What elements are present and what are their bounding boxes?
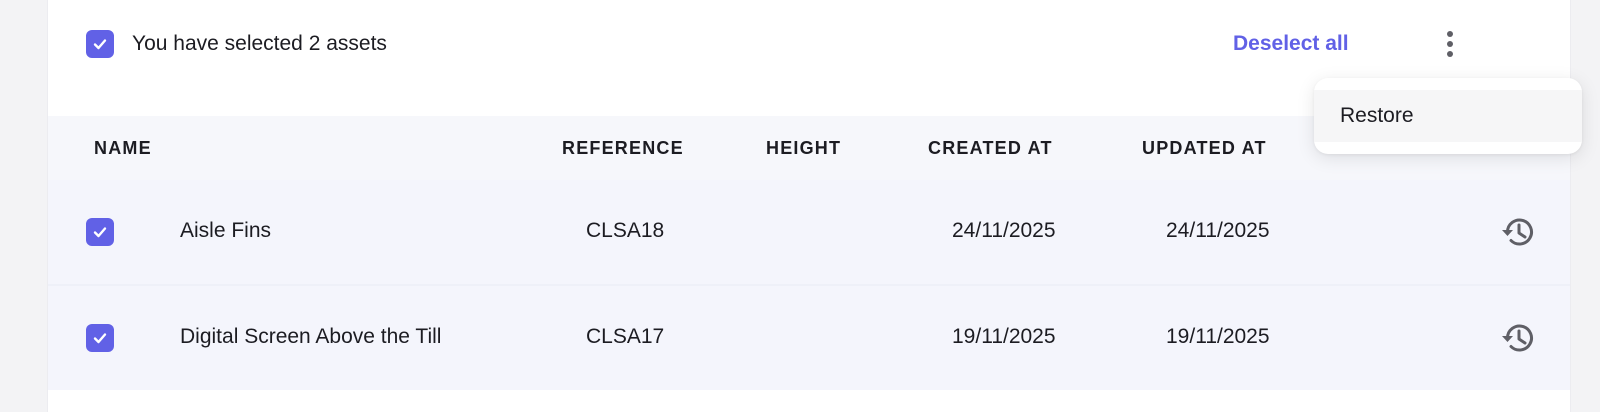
column-header-name[interactable]: NAME xyxy=(94,138,152,158)
asset-name: Aisle Fins xyxy=(180,219,272,242)
menu-item-restore[interactable]: Restore xyxy=(1314,90,1582,142)
selection-count-text: You have selected 2 assets xyxy=(132,32,387,55)
selection-bar: You have selected 2 assets Deselect all xyxy=(48,0,1570,88)
check-icon xyxy=(93,227,107,238)
check-icon xyxy=(93,333,107,344)
check-icon xyxy=(93,39,107,50)
asset-updated-at: 24/11/2025 xyxy=(1166,219,1270,242)
column-header-reference[interactable]: REFERENCE xyxy=(562,138,684,158)
restore-history-icon[interactable] xyxy=(1498,318,1538,358)
restore-history-icon[interactable] xyxy=(1498,212,1538,252)
column-header-created-at[interactable]: CREATED AT xyxy=(928,138,1053,158)
deselect-all-button[interactable]: Deselect all xyxy=(1233,31,1349,57)
table-row[interactable]: Digital Screen Above the Till CLSA17 19/… xyxy=(48,286,1570,390)
asset-created-at: 19/11/2025 xyxy=(952,325,1056,348)
asset-name: Digital Screen Above the Till xyxy=(180,325,442,348)
actions-dropdown-menu: Restore xyxy=(1314,78,1582,154)
asset-created-at: 24/11/2025 xyxy=(952,219,1056,242)
asset-reference: CLSA17 xyxy=(586,325,665,348)
select-all-checkbox[interactable] xyxy=(86,30,114,58)
row-checkbox[interactable] xyxy=(86,324,114,352)
asset-updated-at: 19/11/2025 xyxy=(1166,325,1270,348)
column-header-updated-at[interactable]: UPDATED AT xyxy=(1142,138,1267,158)
asset-reference: CLSA18 xyxy=(586,219,665,242)
row-checkbox[interactable] xyxy=(86,218,114,246)
assets-panel: You have selected 2 assets Deselect all … xyxy=(47,0,1571,412)
table-row[interactable]: Aisle Fins CLSA18 24/11/2025 24/11/2025 xyxy=(48,180,1570,284)
column-header-height[interactable]: HEIGHT xyxy=(766,138,841,158)
more-vertical-icon[interactable] xyxy=(1432,26,1468,62)
